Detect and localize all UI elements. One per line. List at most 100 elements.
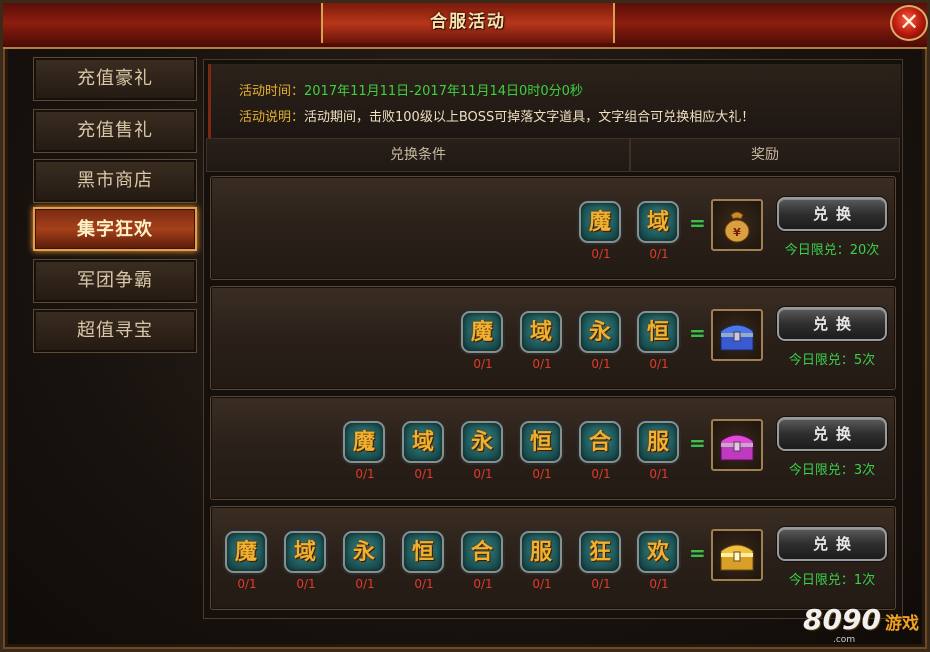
char-slot: 服 0/1 (518, 531, 566, 593)
char-count: 0/1 (296, 577, 316, 591)
char-count: 0/1 (532, 577, 552, 591)
char-slot: 恒 0/1 (400, 531, 448, 593)
char-tile: 合 (579, 421, 621, 463)
sidebar-item-legion-battle[interactable]: 军团争霸 (33, 259, 197, 303)
char-count: 0/1 (591, 467, 611, 481)
char-slot: 服 0/1 (635, 421, 683, 483)
char-slot: 永 0/1 (577, 311, 625, 373)
sidebar-item-treasure-hunt[interactable]: 超值寻宝 (33, 309, 197, 353)
purple-chest-icon (720, 434, 754, 461)
char-count: 0/1 (414, 467, 434, 481)
char-tile: 狂 (579, 531, 621, 573)
activity-info: 活动时间：2017年11月11日-2017年11月14日0时0分0秒 活动说明：… (208, 64, 901, 138)
char-count: 0/1 (591, 357, 611, 371)
char-count: 0/1 (414, 577, 434, 591)
daily-limit: 今日限兑：3次 (788, 463, 876, 478)
blue-chest-icon (720, 324, 754, 351)
char-count: 0/1 (591, 577, 611, 591)
char-count: 0/1 (355, 577, 375, 591)
window-title: 合服活动 (430, 12, 506, 32)
char-slot: 合 0/1 (577, 421, 625, 483)
reward-slot[interactable] (711, 309, 763, 361)
column-header-reward: 奖励 (630, 138, 900, 172)
exchange-button[interactable]: 兑换 (777, 307, 887, 341)
activity-desc-value: 活动期间，击败100级以上BOSS可掉落文字道具，文字组合可兑换相应大礼！ (304, 110, 755, 125)
sidebar-item-black-market[interactable]: 黑市商店 (33, 159, 197, 203)
watermark-game: 游戏 (885, 614, 919, 634)
content-panel: 活动时间：2017年11月11日-2017年11月14日0时0分0秒 活动说明：… (203, 59, 903, 619)
sidebar-item-collect-chars[interactable]: 集字狂欢 (33, 207, 197, 251)
close-button[interactable]: ✕ (890, 5, 928, 41)
equals-sign: = (689, 431, 706, 455)
activity-time: 活动时间：2017年11月11日-2017年11月14日0时0分0秒 (239, 80, 583, 99)
char-slot: 域 0/1 (635, 201, 683, 263)
reward-slot[interactable]: ¥ (711, 199, 763, 251)
exchange-button[interactable]: 兑换 (777, 417, 887, 451)
char-tile: 服 (637, 421, 679, 463)
title-bar: 合服活动 (3, 3, 927, 49)
char-tile: 欢 (637, 531, 679, 573)
char-tile: 恒 (637, 311, 679, 353)
column-headers: 兑换条件 奖励 (206, 138, 900, 172)
exchange-row: 魔 0/1 域 0/1 永 0/1 恒 0/1 合 0/1 服 0/1 (210, 396, 896, 500)
char-slot: 狂 0/1 (577, 531, 625, 593)
char-tile: 域 (284, 531, 326, 573)
char-slot: 魔 0/1 (577, 201, 625, 263)
exchange-button[interactable]: 兑换 (777, 527, 887, 561)
char-slot: 欢 0/1 (635, 531, 683, 593)
char-slot: 永 0/1 (341, 531, 389, 593)
char-slot: 合 0/1 (459, 531, 507, 593)
activity-desc-label: 活动说明： (239, 110, 305, 125)
watermark-logo: 8090 (803, 603, 881, 636)
sidebar-item-recharge-gift[interactable]: 充值豪礼 (33, 57, 197, 101)
daily-limit: 今日限兑：20次 (784, 243, 880, 258)
char-count: 0/1 (532, 467, 552, 481)
char-tile: 魔 (343, 421, 385, 463)
char-slot: 恒 0/1 (635, 311, 683, 373)
char-count: 0/1 (649, 357, 669, 371)
char-tile: 永 (343, 531, 385, 573)
activity-time-label: 活动时间： (239, 84, 305, 99)
char-tile: 恒 (402, 531, 444, 573)
char-count: 0/1 (473, 357, 493, 371)
money-bag-icon: ¥ (724, 211, 750, 243)
char-slot: 域 0/1 (518, 311, 566, 373)
activity-description: 活动说明：活动期间，击败100级以上BOSS可掉落文字道具，文字组合可兑换相应大… (239, 106, 754, 125)
char-tile: 域 (637, 201, 679, 243)
exchange-button[interactable]: 兑换 (777, 197, 887, 231)
exchange-row: 魔 0/1 域 0/1 = ¥ 兑换 今日限兑：20次 (210, 176, 896, 280)
char-slot: 魔 0/1 (459, 311, 507, 373)
char-count: 0/1 (532, 357, 552, 371)
sidebar-item-recharge-sale[interactable]: 充值售礼 (33, 109, 197, 153)
watermark-domain: .com (833, 635, 856, 645)
char-slot: 域 0/1 (282, 531, 330, 593)
char-tile: 恒 (520, 421, 562, 463)
char-count: 0/1 (649, 467, 669, 481)
reward-slot[interactable] (711, 529, 763, 581)
char-count: 0/1 (237, 577, 257, 591)
reward-slot[interactable] (711, 419, 763, 471)
char-tile: 魔 (461, 311, 503, 353)
gold-chest-icon (720, 544, 754, 571)
char-count: 0/1 (649, 247, 669, 261)
char-count: 0/1 (473, 577, 493, 591)
daily-limit: 今日限兑：5次 (788, 353, 876, 368)
char-tile: 域 (402, 421, 444, 463)
char-tile: 域 (520, 311, 562, 353)
exchange-row: 魔 0/1 域 0/1 永 0/1 恒 0/1 = 兑换 今日限兑：5次 (210, 286, 896, 390)
char-slot: 域 0/1 (400, 421, 448, 483)
site-watermark: 8090 游戏 .com (803, 599, 925, 649)
char-slot: 魔 0/1 (341, 421, 389, 483)
char-slot: 恒 0/1 (518, 421, 566, 483)
char-count: 0/1 (591, 247, 611, 261)
char-slot: 永 0/1 (459, 421, 507, 483)
char-count: 0/1 (473, 467, 493, 481)
char-count: 0/1 (355, 467, 375, 481)
column-header-condition: 兑换条件 (206, 138, 630, 172)
char-count: 0/1 (649, 577, 669, 591)
char-tile: 服 (520, 531, 562, 573)
char-tile: 魔 (579, 201, 621, 243)
close-icon: ✕ (898, 8, 920, 36)
equals-sign: = (689, 541, 706, 565)
exchange-row: 魔 0/1 域 0/1 永 0/1 恒 0/1 合 0/1 服 0/1 (210, 506, 896, 610)
